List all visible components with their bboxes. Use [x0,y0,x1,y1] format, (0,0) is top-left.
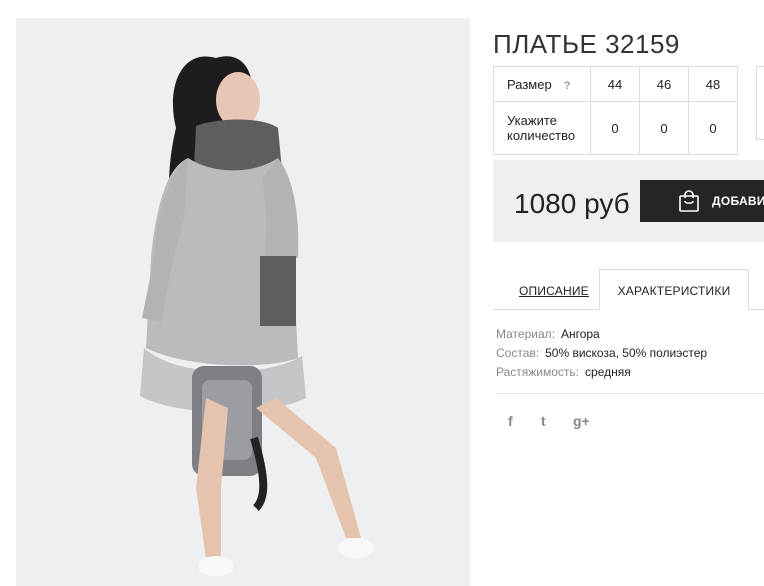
spec-row: Материал: Ангора [496,325,707,344]
spec-value-composition: 50% вискоза, 50% полиэстер [545,346,708,360]
quantity-input-46[interactable]: 0 [639,101,689,155]
add-to-cart-button[interactable]: ДОБАВИТЬ [640,180,764,222]
divider [496,393,764,394]
tab-characteristics-label: ХАРАКТЕРИСТИКИ [617,284,731,298]
facebook-icon[interactable]: f [508,413,513,429]
size-46: 46 [639,66,689,102]
size-label: Размер [507,76,552,92]
product-photo-illustration [16,18,470,586]
size-help-icon[interactable]: ? [564,80,571,92]
price: 1080 руб [514,188,630,219]
tab-description[interactable]: ОПИСАНИЕ [519,284,589,298]
quantity-label-line2: количество [507,128,576,143]
spec-row: Состав: 50% вискоза, 50% полиэстер [496,344,707,363]
quantity-label-cell: Укажите количество [493,101,591,155]
quantity-label-line1: Укажите [507,113,557,128]
spec-key-composition: Состав: [496,346,540,360]
twitter-icon[interactable]: t [541,413,546,429]
spec-value-stretch: средняя [585,365,631,379]
google-plus-icon[interactable]: g+ [573,413,590,429]
tab-characteristics[interactable]: ХАРАКТЕРИСТИКИ [599,269,749,310]
shopping-bag-icon [679,190,699,212]
price-block: 1080 руб ДОБАВИТЬ [493,160,764,242]
size-table: Размер? 44 46 48 Укажите количество 0 0 … [493,66,738,155]
spec-value-material: Ангора [560,327,600,341]
specs-list: Материал: Ангора Состав: 50% вискоза, 50% … [496,325,707,382]
product-title: ПЛАТЬЕ 32159 [493,29,680,60]
quantity-input-44[interactable]: 0 [590,101,640,155]
spec-key-material: Материал: [496,327,555,341]
product-photo[interactable] [16,18,470,586]
spec-key-stretch: Растяжимость: [496,365,580,379]
spec-row: Растяжимость: средняя [496,363,707,382]
quantity-row: Укажите количество 0 0 0 [493,101,738,155]
quantity-input-48[interactable]: 0 [688,101,738,155]
size-label-cell: Размер? [493,66,591,102]
size-row: Размер? 44 46 48 [493,66,738,102]
size-44: 44 [590,66,640,102]
add-to-cart-label: ДОБАВИТЬ [712,194,764,208]
size-48: 48 [688,66,738,102]
size-table-extra-cell [756,66,764,140]
